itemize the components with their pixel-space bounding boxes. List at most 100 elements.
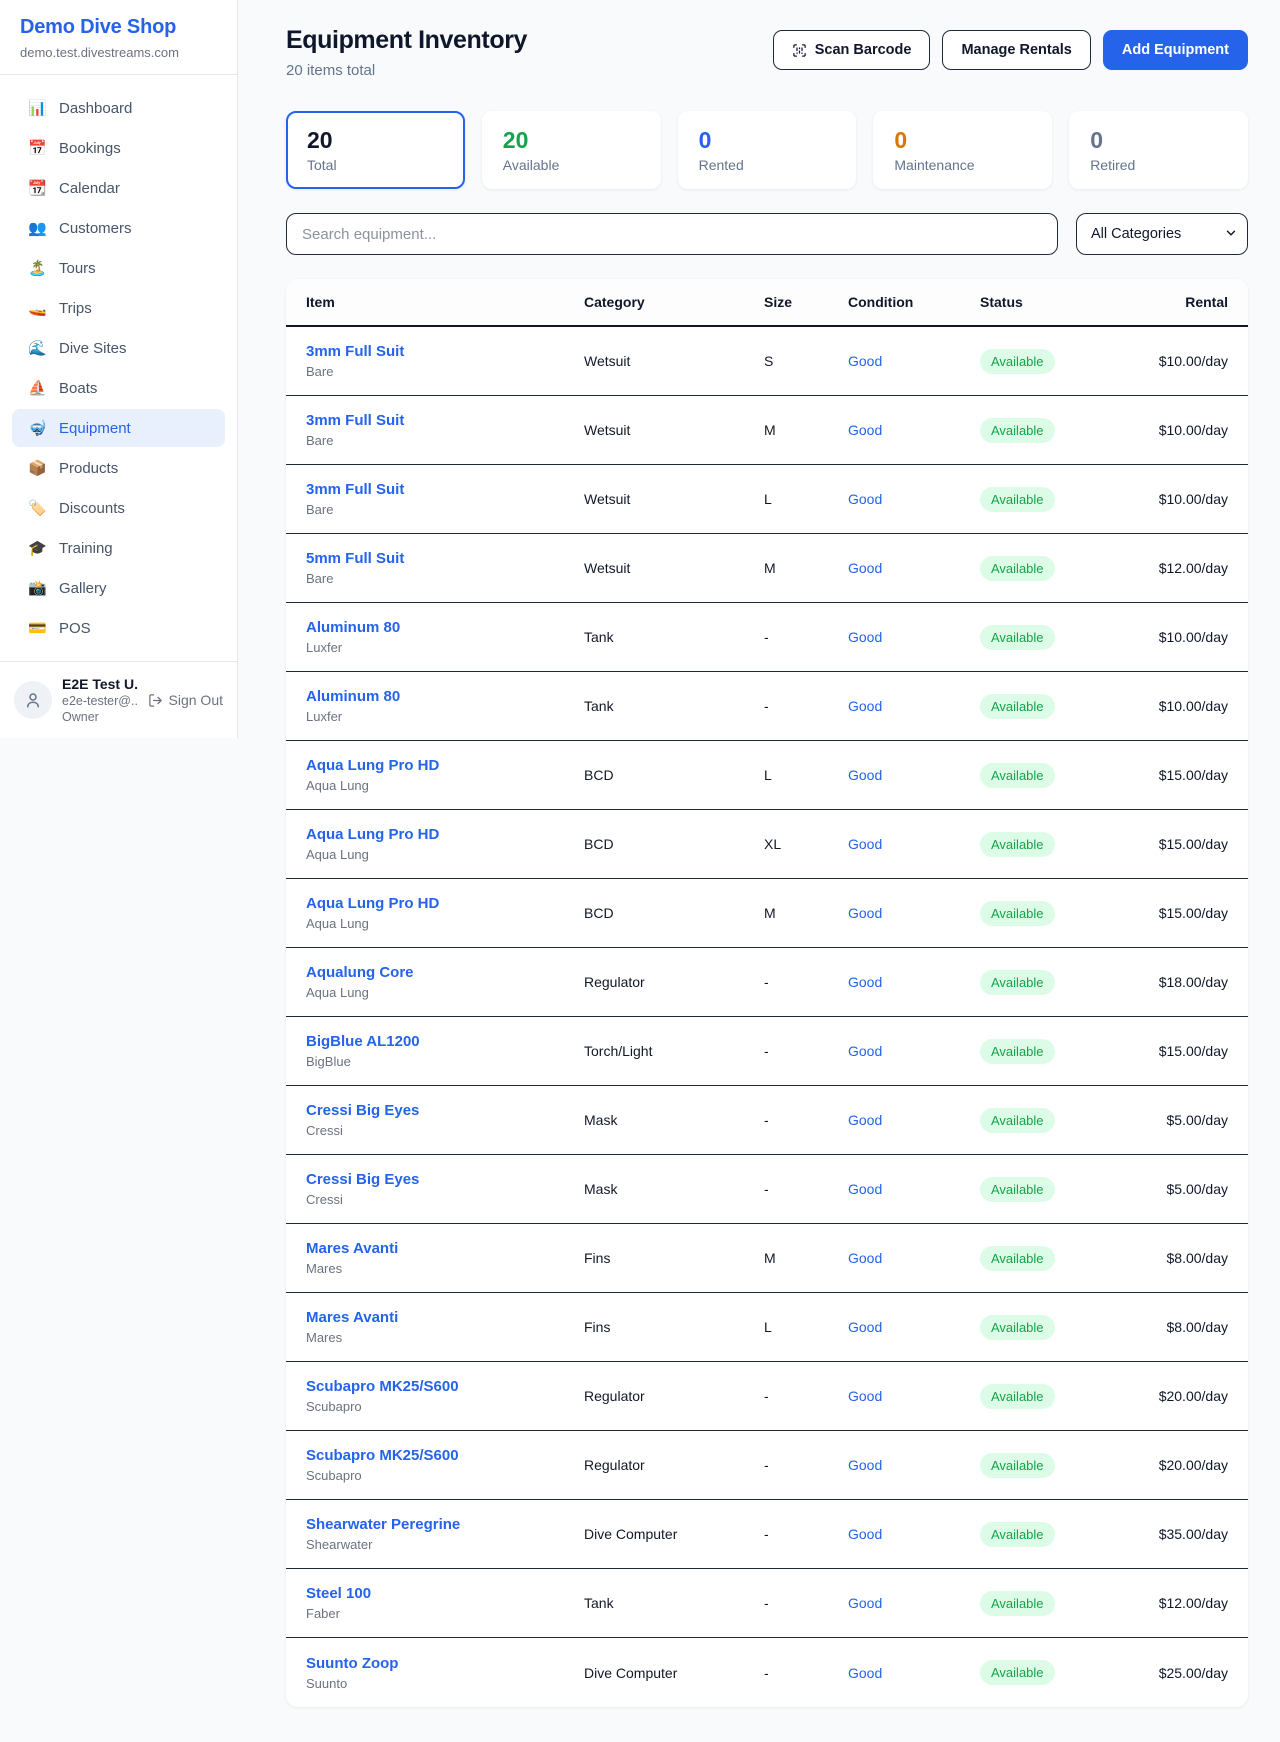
barcode-scan-icon: [792, 43, 807, 58]
equipment-table: Item Category Size Condition Status Rent…: [286, 279, 1248, 1707]
sign-out-button[interactable]: Sign Out: [148, 692, 223, 708]
manage-rentals-button[interactable]: Manage Rentals: [942, 30, 1090, 70]
sidebar-item-tours[interactable]: 🏝️ Tours: [12, 249, 225, 287]
item-size: -: [764, 974, 848, 990]
item-rental: $25.00/day: [1130, 1665, 1228, 1681]
item-category: BCD: [584, 767, 764, 783]
stat-label: Rented: [699, 157, 836, 173]
stat-card-available[interactable]: 20 Available: [482, 111, 661, 189]
status-badge: Available: [980, 418, 1055, 443]
item-cell: 3mm Full Suit Bare: [306, 412, 584, 448]
item-link[interactable]: Scubapro MK25/S600: [306, 1447, 584, 1464]
item-category: Regulator: [584, 1388, 764, 1404]
item-link[interactable]: Aqua Lung Pro HD: [306, 895, 584, 912]
status-badge: Available: [980, 1246, 1055, 1271]
item-link[interactable]: 3mm Full Suit: [306, 412, 584, 429]
stat-value: 20: [503, 127, 640, 154]
stat-value: 0: [699, 127, 836, 154]
scan-barcode-label: Scan Barcode: [815, 42, 912, 58]
item-link[interactable]: Aluminum 80: [306, 688, 584, 705]
item-link[interactable]: 5mm Full Suit: [306, 550, 584, 567]
item-link[interactable]: Aluminum 80: [306, 619, 584, 636]
sidebar-nav: 📊 Dashboard 📅 Bookings 📆 Calendar 👥 Cust…: [0, 75, 237, 661]
item-category: Wetsuit: [584, 422, 764, 438]
item-link[interactable]: Aqualung Core: [306, 964, 584, 981]
table-row: BigBlue AL1200 BigBlue Torch/Light - Goo…: [286, 1017, 1248, 1086]
stat-card-total[interactable]: 20 Total: [286, 111, 465, 189]
status-cell: Available: [980, 349, 1130, 374]
sidebar-item-dive-sites[interactable]: 🌊 Dive Sites: [12, 329, 225, 367]
item-link[interactable]: Shearwater Peregrine: [306, 1516, 584, 1533]
table-header-row: Item Category Size Condition Status Rent…: [286, 279, 1248, 327]
sidebar-item-label: Dashboard: [59, 100, 132, 117]
filters-row: All Categories: [286, 213, 1248, 255]
sidebar-item-calendar[interactable]: 📆 Calendar: [12, 169, 225, 207]
sidebar-item-training[interactable]: 🎓 Training: [12, 529, 225, 567]
item-link[interactable]: 3mm Full Suit: [306, 481, 584, 498]
sidebar-item-label: Calendar: [59, 180, 120, 197]
sidebar-item-equipment[interactable]: 🤿 Equipment: [12, 409, 225, 447]
item-link[interactable]: Suunto Zoop: [306, 1655, 584, 1672]
item-link[interactable]: Aqua Lung Pro HD: [306, 757, 584, 774]
sidebar-item-trips[interactable]: 🚤 Trips: [12, 289, 225, 327]
page-heading: Equipment Inventory 20 items total: [286, 26, 527, 79]
table-row: Aluminum 80 Luxfer Tank - Good Available…: [286, 672, 1248, 741]
customers-icon: 👥: [28, 219, 46, 237]
stat-card-rented[interactable]: 0 Rented: [678, 111, 857, 189]
sidebar-item-gallery[interactable]: 📸 Gallery: [12, 569, 225, 607]
item-condition: Good: [848, 1388, 980, 1404]
item-size: -: [764, 629, 848, 645]
item-size: XL: [764, 836, 848, 852]
item-cell: 3mm Full Suit Bare: [306, 481, 584, 517]
sidebar-item-products[interactable]: 📦 Products: [12, 449, 225, 487]
item-link[interactable]: Scubapro MK25/S600: [306, 1378, 584, 1395]
products-icon: 📦: [28, 459, 46, 477]
item-link[interactable]: Cressi Big Eyes: [306, 1171, 584, 1188]
stat-label: Available: [503, 157, 640, 173]
status-badge: Available: [980, 556, 1055, 581]
person-icon: [24, 691, 42, 709]
item-condition: Good: [848, 1457, 980, 1473]
status-cell: Available: [980, 1660, 1130, 1685]
status-badge: Available: [980, 1177, 1055, 1202]
status-cell: Available: [980, 694, 1130, 719]
sidebar-item-bookings[interactable]: 📅 Bookings: [12, 129, 225, 167]
search-input[interactable]: [286, 213, 1058, 255]
item-cell: Cressi Big Eyes Cressi: [306, 1102, 584, 1138]
stat-card-maintenance[interactable]: 0 Maintenance: [873, 111, 1052, 189]
category-select[interactable]: All Categories: [1076, 213, 1248, 255]
item-link[interactable]: 3mm Full Suit: [306, 343, 584, 360]
item-category: Wetsuit: [584, 491, 764, 507]
item-link[interactable]: Cressi Big Eyes: [306, 1102, 584, 1119]
item-condition: Good: [848, 836, 980, 852]
user-email: e2e-tester@...: [62, 694, 138, 708]
item-link[interactable]: BigBlue AL1200: [306, 1033, 584, 1050]
sidebar-item-label: Equipment: [59, 420, 131, 437]
table-row: Scubapro MK25/S600 Scubapro Regulator - …: [286, 1362, 1248, 1431]
stat-card-retired[interactable]: 0 Retired: [1069, 111, 1248, 189]
item-link[interactable]: Steel 100: [306, 1585, 584, 1602]
item-size: -: [764, 1043, 848, 1059]
status-cell: Available: [980, 1315, 1130, 1340]
table-row: Aqualung Core Aqua Lung Regulator - Good…: [286, 948, 1248, 1017]
status-cell: Available: [980, 1177, 1130, 1202]
sidebar-item-dashboard[interactable]: 📊 Dashboard: [12, 89, 225, 127]
sidebar-item-boats[interactable]: ⛵ Boats: [12, 369, 225, 407]
scan-barcode-button[interactable]: Scan Barcode: [773, 30, 931, 70]
item-rental: $15.00/day: [1130, 836, 1228, 852]
sidebar-item-customers[interactable]: 👥 Customers: [12, 209, 225, 247]
add-equipment-button[interactable]: Add Equipment: [1103, 30, 1248, 70]
table-row: 3mm Full Suit Bare Wetsuit L Good Availa…: [286, 465, 1248, 534]
item-cell: Aluminum 80 Luxfer: [306, 688, 584, 724]
status-badge: Available: [980, 625, 1055, 650]
item-link[interactable]: Mares Avanti: [306, 1240, 584, 1257]
item-rental: $12.00/day: [1130, 560, 1228, 576]
sidebar-item-pos[interactable]: 💳 POS: [12, 609, 225, 647]
sidebar-item-label: Products: [59, 460, 118, 477]
item-category: Dive Computer: [584, 1526, 764, 1542]
item-size: M: [764, 422, 848, 438]
item-link[interactable]: Mares Avanti: [306, 1309, 584, 1326]
sidebar-item-discounts[interactable]: 🏷️ Discounts: [12, 489, 225, 527]
item-category: Wetsuit: [584, 560, 764, 576]
item-link[interactable]: Aqua Lung Pro HD: [306, 826, 584, 843]
